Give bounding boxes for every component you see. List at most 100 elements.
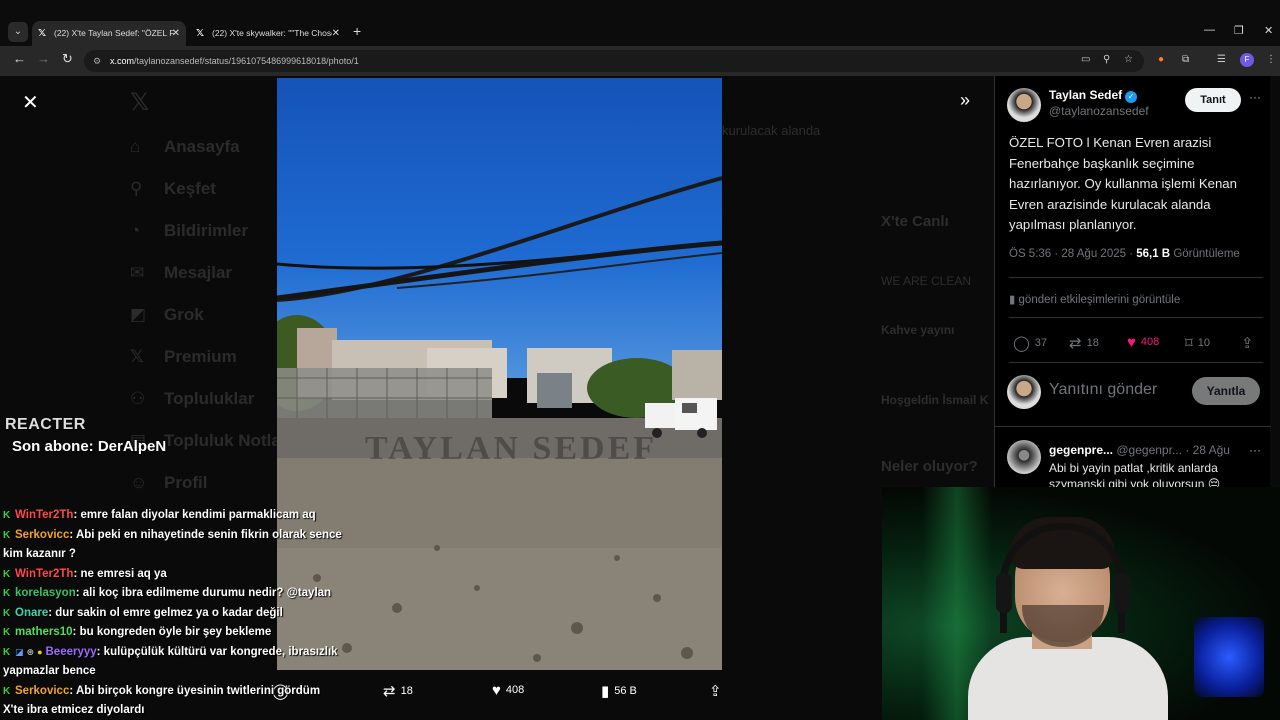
close-tab-icon[interactable]: ✕ [172,21,180,46]
tab-bar: ⌄ 𝕏 (22) X'te Taylan Sedef: "ÖZEL FOTO ✕… [0,0,1280,46]
photo-scene [277,176,722,670]
reply-input[interactable]: Yanıtını gönder [1049,381,1157,399]
profile-avatar[interactable]: F [1240,53,1254,67]
kick-badge-icon: K [3,685,11,697]
nav-profile: ☺ Profil [130,473,208,492]
reacter-logo: REACTER [5,416,86,433]
back-icon[interactable]: ← [13,51,26,66]
stream-chat: K WinTer2Th: emre falan diyolar kendimi p… [3,506,343,720]
photo-like-button[interactable]: ♥ 408 [492,682,524,699]
close-window-button[interactable]: ✕ [1264,24,1273,37]
reply-author[interactable]: gegenpre... @gegenpr... · 28 Ağu [1049,443,1230,457]
reply-more-icon[interactable]: ··· [1249,443,1261,457]
like-button[interactable]: ♥ 408 [1127,334,1159,351]
author-name[interactable]: Taylan Sedef ✓ [1049,88,1138,103]
share-icon: ⇪ [709,683,722,700]
tweet-photo[interactable]: TAYLAN SEDEF [277,78,722,670]
divider [1009,362,1263,363]
chat-message: K WinTer2Th: emre falan diyolar kendimi p… [3,506,343,526]
heart-icon: ♥ [492,682,501,699]
mail-icon: ✉ [130,263,145,282]
reply-author-avatar[interactable] [1007,440,1041,474]
new-tab-button[interactable]: + [353,23,361,39]
x-logo-icon: 𝕏 [196,28,205,39]
follow-button[interactable]: Tanıt [1185,88,1241,112]
menu-icon[interactable]: ⋮ [1266,54,1276,65]
chat-message: K Serkovicc: Abi birçok kongre üyesinin t… [3,682,343,720]
nav-grok: ◩ Grok [130,305,204,324]
bell-icon: ◔ [130,221,141,240]
chat-message: K WinTer2Th: ne emresi aq ya [3,565,343,585]
chat-message: K ◪ ⊛ ● Beeeryyy: kulüpçülük kültürü var kon… [3,643,343,682]
profile-icon: ☺ [130,473,148,492]
analytics-icon: ▮ [1009,294,1019,306]
kick-badge-icon: K [3,529,11,541]
chat-message: K Serkovicc: Abi peki en nihayetinde seni… [3,526,343,565]
tab-taylan-sedef[interactable]: 𝕏 (22) X'te Taylan Sedef: "ÖZEL FOTO ✕ [32,21,186,46]
extensions-puzzle-icon[interactable]: ⧉ [1182,54,1189,65]
more-options-icon[interactable]: ··· [1249,90,1261,104]
close-tab-icon[interactable]: ✕ [332,21,340,46]
divider [1009,277,1263,278]
tweet-text: ÖZEL FOTO l Kenan Evren arazisi Fenerbah… [1009,135,1237,232]
bg-live-item: WE ARE CLEAN [881,274,972,288]
chat-message: Kkorelasyon: ali koç ibra edilmeme durum… [3,584,343,604]
headphones [1000,523,1125,633]
share-button[interactable]: ⇪ [1241,334,1259,352]
reply-submit-button[interactable]: Yanıtla [1192,377,1260,405]
kick-badge-icon: K [3,588,11,599]
author-avatar[interactable] [1007,88,1041,122]
restore-button[interactable]: ❐ [1234,24,1244,37]
nav-premium: 𝕏 Premium [130,347,237,366]
reload-icon[interactable]: ↻ [62,51,73,67]
nav-notifications: ◔ Bildirimler [130,221,249,240]
reading-list-icon[interactable]: ☰ [1217,54,1226,65]
kick-badge-icon: K [3,607,11,619]
gift-badge-icon: ⊛ [26,646,35,657]
bg-coffee: Kahve yayını [881,323,955,337]
search-icon: ⚲ [130,179,143,198]
nav-communities: ⚇ Topluluklar [130,389,255,408]
bg-tweet-fragment: kurulacak alanda [722,123,821,138]
streamer-webcam [882,487,1280,720]
author-handle[interactable]: @taylanozansedef [1049,104,1149,118]
reply-button[interactable]: ◯ 37 [1013,334,1047,352]
x-premium-icon: 𝕏 [130,347,144,366]
expand-panel-icon[interactable]: » [960,90,970,111]
site-info-icon[interactable]: ⚙ [93,50,101,72]
bg-whats-happening: Neler oluyor? [881,458,978,475]
chat-message: Kmathers10: bu kongreden öyle bir şey be… [3,623,343,643]
photo-retweet-button[interactable]: ⇄ 18 [383,682,413,700]
retweet-icon: ⇄ [1069,335,1082,352]
verified-badge-icon: ✓ [1125,91,1138,103]
address-bar[interactable]: ⚙ x.com/taylanozansedef/status/196107548… [84,50,1144,72]
x-home-logo-icon: 𝕏 [130,89,150,116]
forward-icon[interactable]: → [37,51,50,66]
zoom-icon[interactable]: ⚲ [1103,54,1110,65]
bg-live-title: X'te Canlı [881,213,949,230]
views-chart-icon: ▮ [601,683,610,700]
kick-badge-icon: K [3,510,11,521]
extension-icon[interactable]: ● [1158,54,1164,65]
photo-share-button[interactable]: ⇪ [709,682,727,700]
cast-icon[interactable]: ▭ [1081,54,1090,65]
bookmark-button[interactable]: ⌑ 10 [1185,334,1210,352]
share-icon: ⇪ [1241,335,1254,352]
bookmark-star-icon[interactable]: ☆ [1124,54,1133,65]
x-logo-icon: 𝕏 [38,28,47,39]
minimize-button[interactable]: — [1204,24,1215,36]
photo-views-button[interactable]: ▮ 56 B [601,682,637,700]
view-engagements-link[interactable]: ▮ gönderi etkileşimlerini görüntüle [1009,292,1180,306]
photo-watermark: TAYLAN SEDEF [365,430,658,467]
kick-badge-icon: K [3,646,11,658]
tweet-meta: ÖS 5:36 · 28 Ağu 2025 · 56,1 B Görüntüle… [1009,248,1240,260]
tab-search-dropdown[interactable]: ⌄ [8,22,28,42]
heart-icon: ♥ [1127,334,1136,351]
tab-skywalker[interactable]: 𝕏 (22) X'te skywalker: ""The Chose ✕ [190,21,346,46]
home-icon: ⌂ [130,137,141,156]
bookmark-icon: ⌑ [1185,335,1193,352]
close-photo-icon[interactable]: ✕ [22,90,39,115]
browser-toolbar: ← → ↻ ⚙ x.com/taylanozansedef/status/196… [0,46,1280,76]
retweet-button[interactable]: ⇄ 18 [1069,334,1099,352]
sub-badge-icon: ◪ [15,646,24,657]
